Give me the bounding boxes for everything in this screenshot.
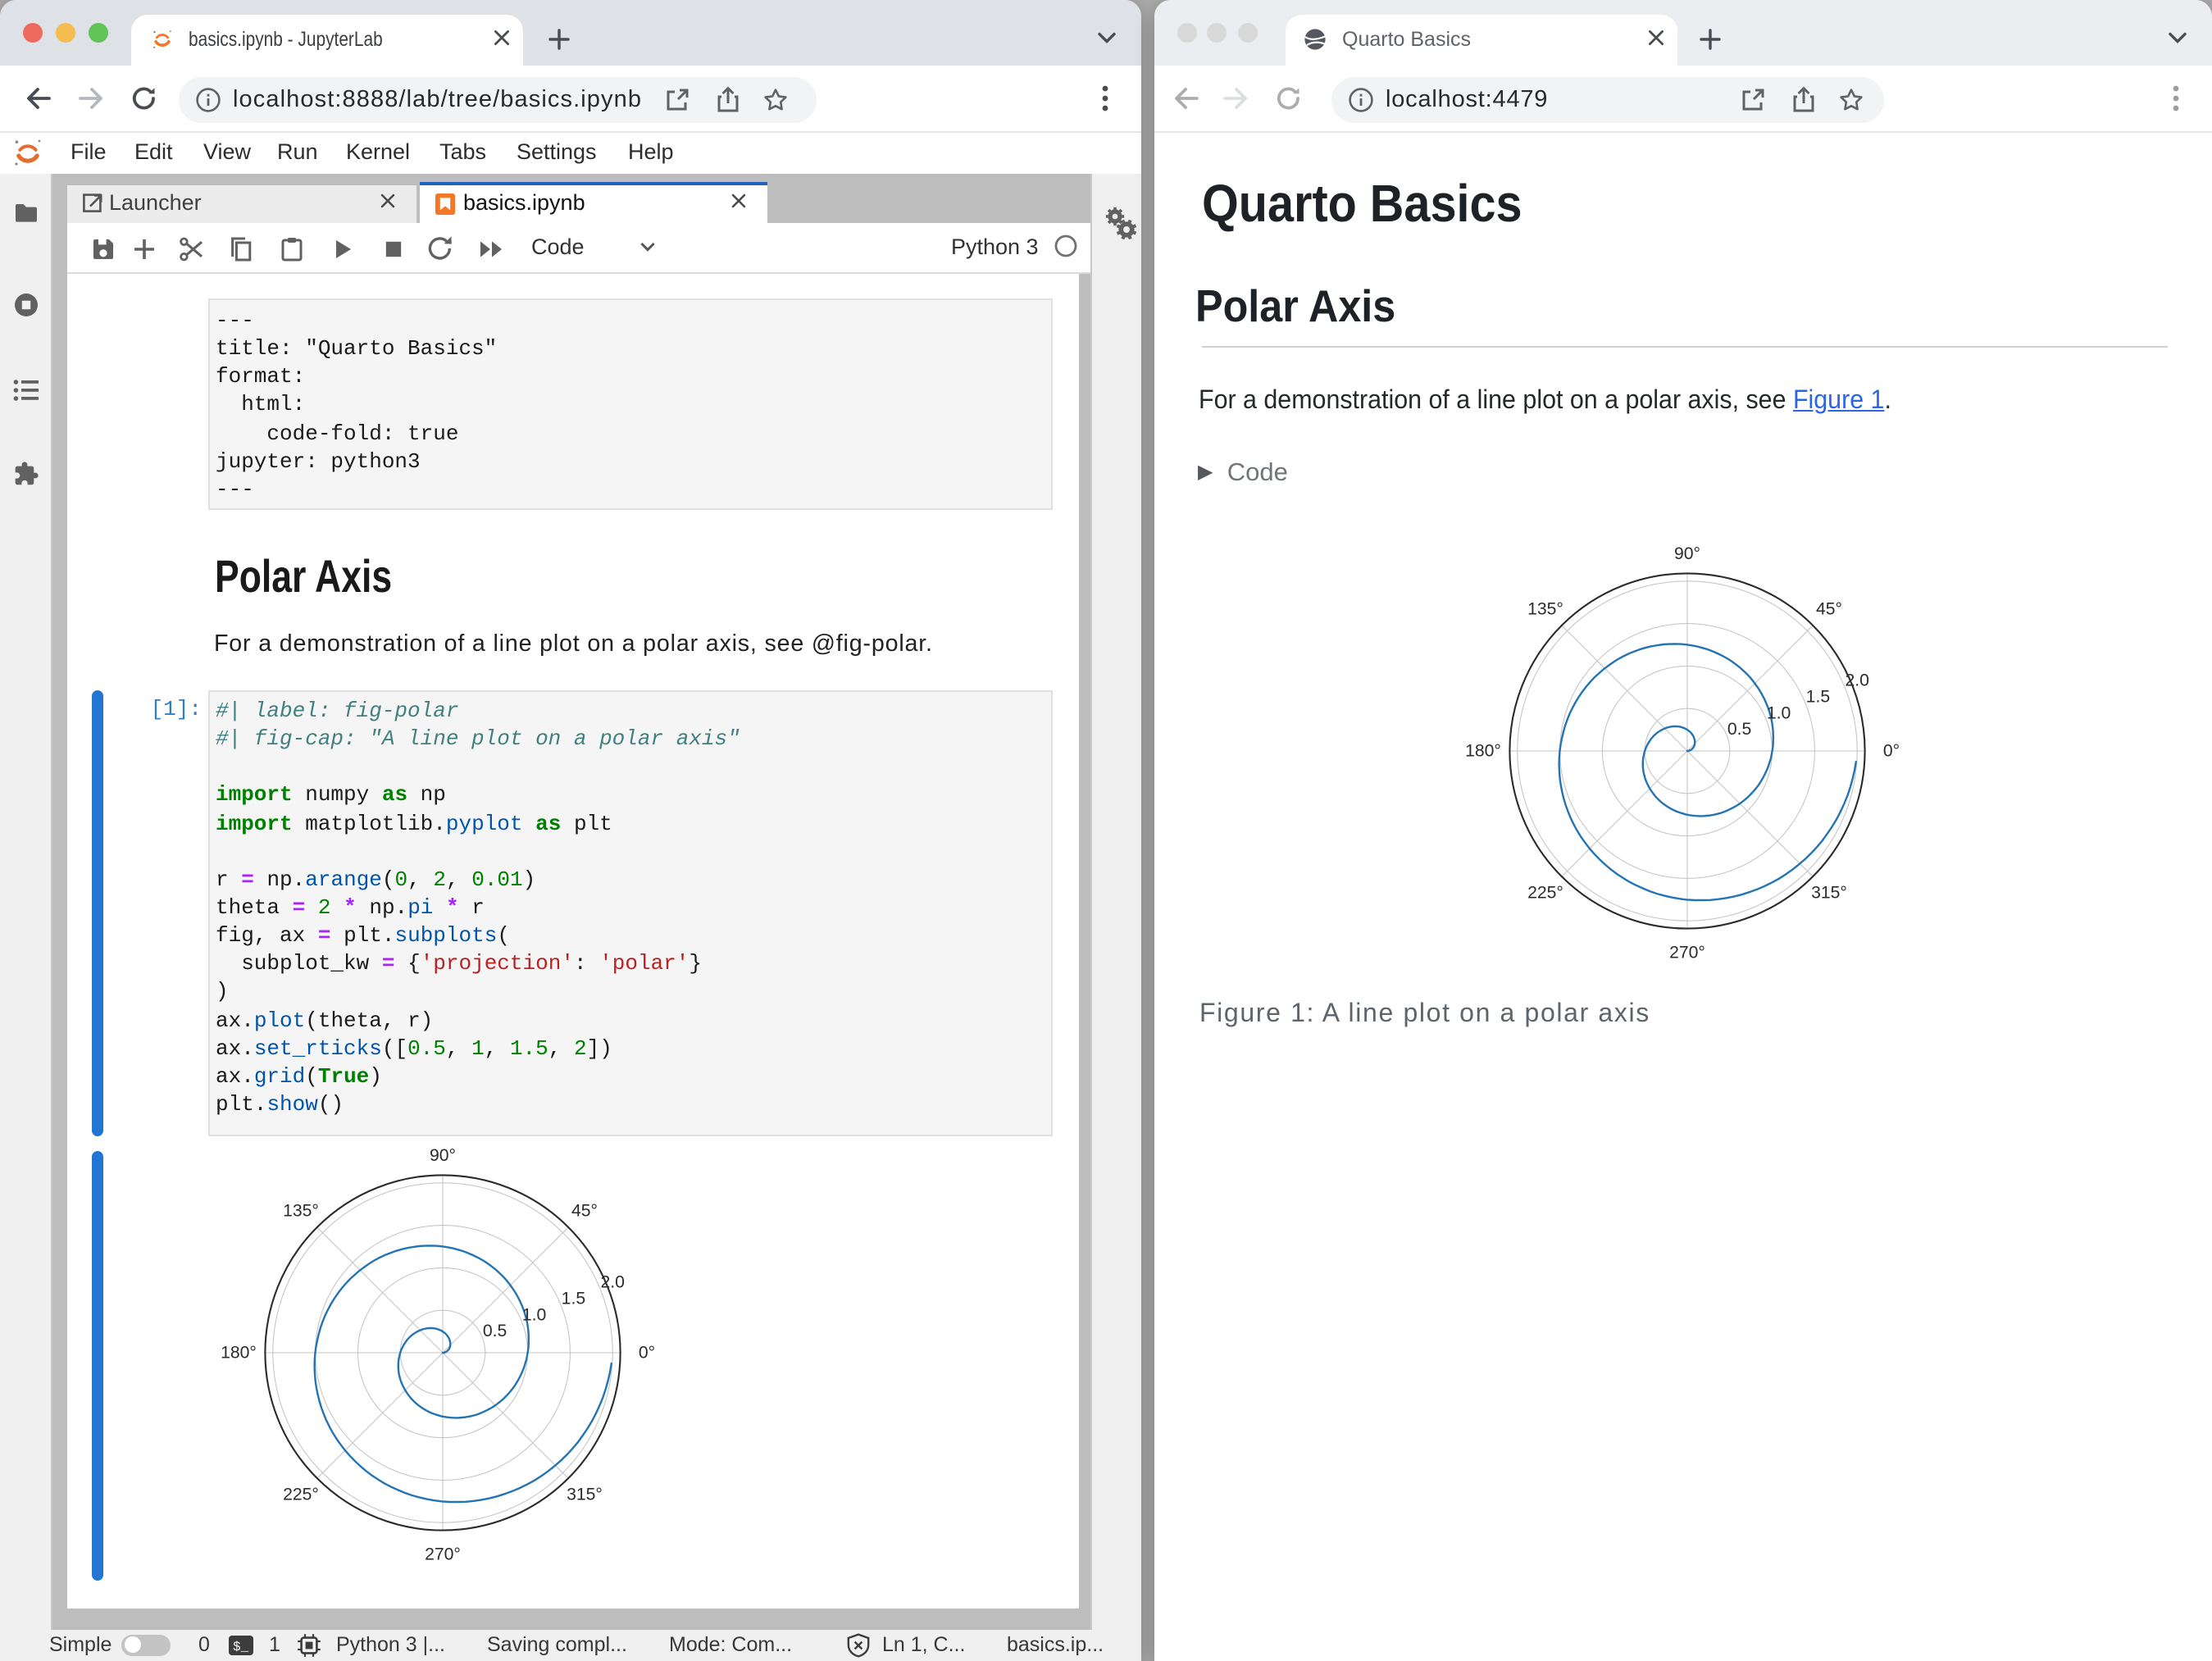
svg-text:270°: 270° xyxy=(1669,943,1705,962)
svg-text:0.5: 0.5 xyxy=(1727,720,1751,739)
svg-text:45°: 45° xyxy=(1816,600,1842,619)
svg-text:90°: 90° xyxy=(1674,544,1700,563)
svg-text:2.0: 2.0 xyxy=(599,1273,623,1292)
svg-text:$_: $_ xyxy=(233,1639,249,1654)
svg-text:180°: 180° xyxy=(1465,742,1501,761)
svg-text:135°: 135° xyxy=(282,1202,318,1221)
svg-text:0°: 0° xyxy=(1883,742,1900,761)
svg-text:225°: 225° xyxy=(282,1486,318,1504)
svg-text:45°: 45° xyxy=(571,1202,597,1221)
svg-text:1.5: 1.5 xyxy=(561,1290,585,1308)
svg-text:135°: 135° xyxy=(1527,600,1563,619)
svg-text:270°: 270° xyxy=(424,1545,460,1563)
svg-text:0.5: 0.5 xyxy=(482,1322,506,1340)
svg-text:225°: 225° xyxy=(1527,884,1563,903)
svg-text:315°: 315° xyxy=(566,1486,602,1504)
svg-text:0°: 0° xyxy=(638,1344,654,1363)
svg-text:180°: 180° xyxy=(220,1344,256,1363)
svg-text:1.0: 1.0 xyxy=(1767,703,1791,722)
svg-text:2.0: 2.0 xyxy=(1845,671,1868,690)
svg-text:315°: 315° xyxy=(1811,884,1847,903)
svg-text:90°: 90° xyxy=(429,1146,455,1165)
svg-text:1.0: 1.0 xyxy=(521,1305,545,1324)
svg-text:1.5: 1.5 xyxy=(1806,688,1830,707)
